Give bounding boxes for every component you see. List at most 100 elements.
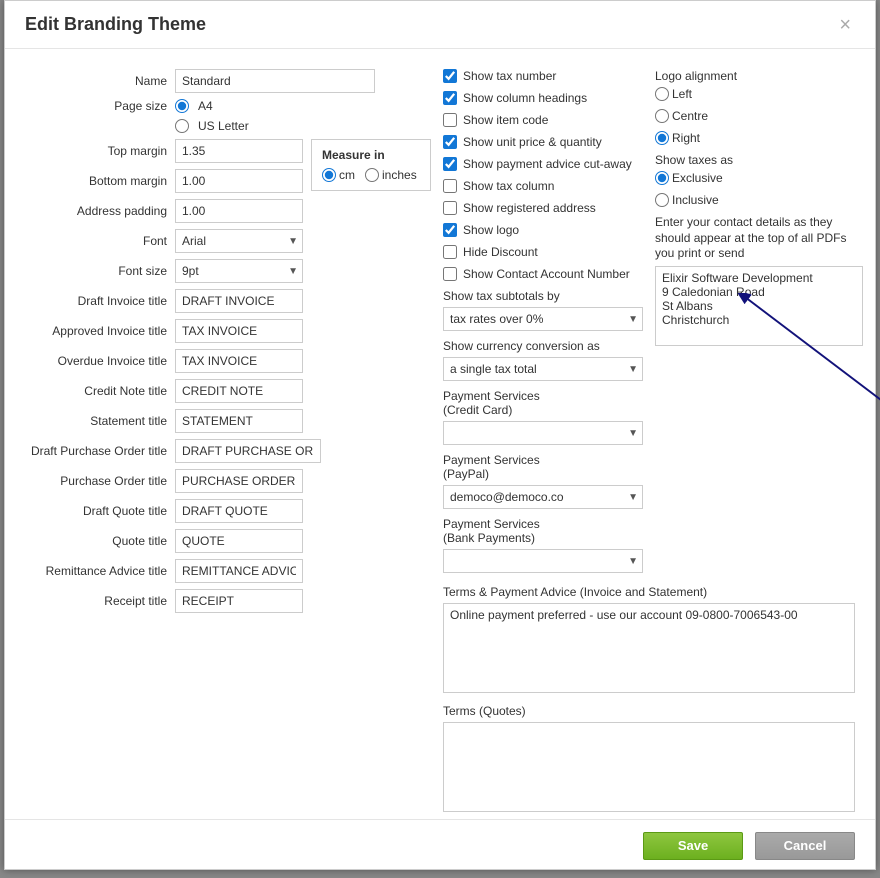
bottom-margin-input[interactable] [175, 169, 303, 193]
right-column: Logo alignment Left Centre Right Show ta… [655, 69, 865, 349]
show-tax-column-checkbox[interactable] [443, 179, 457, 193]
chevron-down-icon: ▼ [628, 492, 638, 503]
font-select[interactable]: Arial ▼ [175, 229, 303, 253]
top-margin-input[interactable] [175, 139, 303, 163]
font-size-value: 9pt [182, 264, 199, 278]
draft-quote-title-label: Draft Quote title [25, 504, 175, 518]
draft-quote-title-input[interactable] [175, 499, 303, 523]
receipt-title-input[interactable] [175, 589, 303, 613]
chevron-down-icon: ▼ [628, 556, 638, 567]
close-button[interactable]: × [835, 15, 855, 35]
tax-subtotals-value: tax rates over 0% [450, 312, 543, 326]
chevron-down-icon: ▼ [628, 364, 638, 375]
page-size-us-radio[interactable] [175, 119, 189, 133]
show-contact-account-checkbox[interactable] [443, 267, 457, 281]
modal-footer: Save Cancel [5, 819, 875, 871]
logo-align-left-radio[interactable] [655, 87, 669, 101]
bottom-margin-label: Bottom margin [25, 174, 175, 188]
taxes-exclusive-radio[interactable] [655, 171, 669, 185]
payment-services-bank-label: Payment Services (Bank Payments) [443, 517, 643, 545]
currency-conversion-select[interactable]: a single tax total ▼ [443, 357, 643, 381]
show-registered-address-checkbox[interactable] [443, 201, 457, 215]
save-button[interactable]: Save [643, 832, 743, 860]
statement-title-input[interactable] [175, 409, 303, 433]
address-padding-input[interactable] [175, 199, 303, 223]
name-input[interactable] [175, 69, 375, 93]
show-tax-column-label: Show tax column [463, 179, 554, 193]
show-item-code-checkbox[interactable] [443, 113, 457, 127]
overdue-invoice-title-input[interactable] [175, 349, 303, 373]
credit-note-title-input[interactable] [175, 379, 303, 403]
terms-invoice-label: Terms & Payment Advice (Invoice and Stat… [443, 585, 865, 599]
taxes-exclusive-text: Exclusive [672, 171, 723, 185]
left-column: Name Page size A4 US Letter [25, 69, 431, 619]
show-item-code-label: Show item code [463, 113, 548, 127]
logo-align-right-text: Right [672, 131, 700, 145]
show-registered-address-label: Show registered address [463, 201, 596, 215]
modal-body: Name Page size A4 US Letter [5, 49, 875, 819]
draft-po-title-input[interactable] [175, 439, 321, 463]
logo-align-right-radio[interactable] [655, 131, 669, 145]
name-label: Name [25, 74, 175, 88]
payment-services-paypal-select[interactable]: democo@democo.co ▼ [443, 485, 643, 509]
page-size-a4-radio[interactable] [175, 99, 189, 113]
credit-note-title-label: Credit Note title [25, 384, 175, 398]
quote-title-label: Quote title [25, 534, 175, 548]
chevron-down-icon: ▼ [628, 428, 638, 439]
hide-discount-checkbox[interactable] [443, 245, 457, 259]
show-unit-price-label: Show unit price & quantity [463, 135, 602, 149]
logo-align-centre-text: Centre [672, 109, 708, 123]
right-side-container: Show tax number Show column headings Sho… [443, 69, 865, 815]
modal-header: Edit Branding Theme × [5, 1, 875, 49]
measure-cm-radio[interactable] [322, 168, 336, 182]
hide-discount-label: Hide Discount [463, 245, 538, 259]
remittance-advice-title-input[interactable] [175, 559, 303, 583]
chevron-down-icon: ▼ [288, 266, 298, 277]
taxes-inclusive-text: Inclusive [672, 193, 719, 207]
show-tax-number-checkbox[interactable] [443, 69, 457, 83]
font-label: Font [25, 234, 175, 248]
payment-services-bank-select[interactable]: ▼ [443, 549, 643, 573]
chevron-down-icon: ▼ [628, 314, 638, 325]
payment-services-paypal-label: Payment Services (PayPal) [443, 453, 643, 481]
tax-subtotals-select[interactable]: tax rates over 0% ▼ [443, 307, 643, 331]
remittance-advice-title-label: Remittance Advice title [25, 564, 175, 578]
approved-invoice-title-input[interactable] [175, 319, 303, 343]
taxes-inclusive-radio[interactable] [655, 193, 669, 207]
terms-quotes-textarea[interactable] [443, 722, 855, 812]
page-size-label: Page size [25, 99, 175, 113]
logo-alignment-label: Logo alignment [655, 69, 865, 83]
receipt-title-label: Receipt title [25, 594, 175, 608]
draft-invoice-title-input[interactable] [175, 289, 303, 313]
tax-subtotals-label: Show tax subtotals by [443, 289, 643, 303]
measure-in-box: Measure in cm inches [311, 139, 431, 191]
payment-services-cc-select[interactable]: ▼ [443, 421, 643, 445]
overdue-invoice-title-label: Overdue Invoice title [25, 354, 175, 368]
chevron-down-icon: ▼ [288, 236, 298, 247]
top-margin-label: Top margin [25, 144, 175, 158]
payment-services-cc-label: Payment Services (Credit Card) [443, 389, 643, 417]
show-unit-price-checkbox[interactable] [443, 135, 457, 149]
measure-inches-radio[interactable] [365, 168, 379, 182]
po-title-input[interactable] [175, 469, 303, 493]
page-size-us-text: US Letter [198, 119, 249, 133]
terms-invoice-textarea[interactable] [443, 603, 855, 693]
measure-inches-text: inches [382, 168, 417, 182]
contact-details-label: Enter your contact details as they shoul… [655, 215, 865, 262]
show-payment-advice-label: Show payment advice cut-away [463, 157, 632, 171]
edit-branding-theme-modal: Edit Branding Theme × Name Page size A4 [4, 0, 876, 870]
font-size-select[interactable]: 9pt ▼ [175, 259, 303, 283]
contact-details-textarea[interactable] [655, 266, 863, 346]
po-title-label: Purchase Order title [25, 474, 175, 488]
page-size-a4-text: A4 [198, 99, 213, 113]
show-column-headings-checkbox[interactable] [443, 91, 457, 105]
show-payment-advice-checkbox[interactable] [443, 157, 457, 171]
font-size-label: Font size [25, 264, 175, 278]
logo-align-centre-radio[interactable] [655, 109, 669, 123]
address-padding-label: Address padding [25, 204, 175, 218]
quote-title-input[interactable] [175, 529, 303, 553]
modal-title: Edit Branding Theme [25, 14, 206, 35]
cancel-button[interactable]: Cancel [755, 832, 855, 860]
show-tax-number-label: Show tax number [463, 69, 556, 83]
show-logo-checkbox[interactable] [443, 223, 457, 237]
